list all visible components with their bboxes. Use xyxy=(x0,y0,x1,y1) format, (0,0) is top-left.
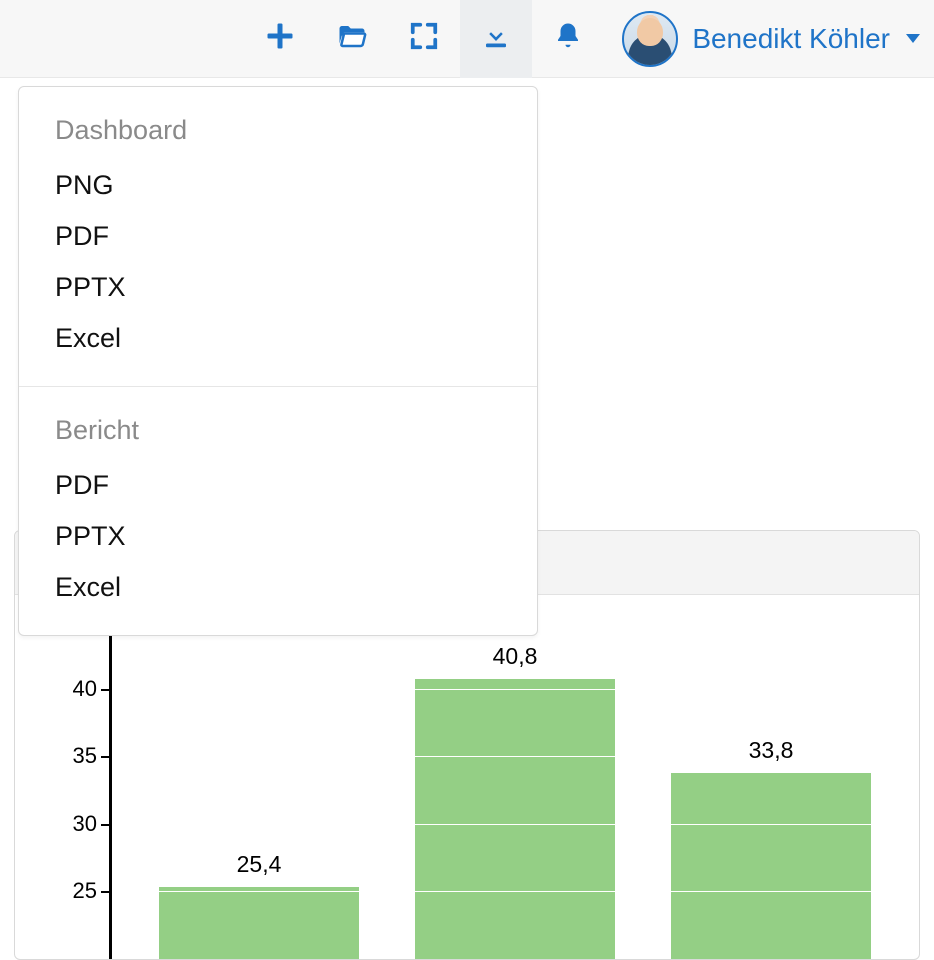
bar-value-label: 33,8 xyxy=(749,737,794,764)
bar: 33,8 xyxy=(671,772,871,959)
download-icon xyxy=(481,21,511,56)
bar: 25,4 xyxy=(159,886,359,959)
download-button[interactable] xyxy=(460,0,532,78)
folder-open-icon xyxy=(337,21,367,56)
fullscreen-button[interactable] xyxy=(388,0,460,78)
dropdown-item-png[interactable]: PNG xyxy=(19,160,537,211)
avatar xyxy=(622,11,678,67)
y-tick-mark xyxy=(101,891,111,893)
dropdown-item-pdf[interactable]: PDF xyxy=(19,211,537,262)
download-dropdown: Dashboard PNG PDF PPTX Excel Bericht PDF… xyxy=(18,86,538,636)
bar-value-label: 25,4 xyxy=(237,851,282,878)
y-tick-mark xyxy=(101,756,111,758)
dropdown-heading: Bericht xyxy=(19,403,537,460)
dropdown-item-pdf[interactable]: PDF xyxy=(19,460,537,511)
y-axis-line xyxy=(109,621,112,959)
bar-value-label: 40,8 xyxy=(493,643,538,670)
username-label: Benedikt Köhler xyxy=(692,23,890,55)
y-axis: 2530354045 xyxy=(51,621,109,959)
toolbar: Benedikt Köhler xyxy=(0,0,934,78)
y-tick-label: 40 xyxy=(73,676,97,702)
dropdown-item-pptx[interactable]: PPTX xyxy=(19,262,537,313)
dropdown-item-excel[interactable]: Excel xyxy=(19,562,537,613)
expand-icon xyxy=(409,21,439,56)
dropdown-section-bericht: Bericht PDF PPTX Excel xyxy=(19,386,537,635)
y-tick-mark xyxy=(101,689,111,691)
add-button[interactable] xyxy=(244,0,316,78)
chart-bars: 25,4 40,8 33,8 xyxy=(131,621,899,959)
y-tick-label: 25 xyxy=(73,878,97,904)
bar: 40,8 xyxy=(415,678,615,959)
dropdown-item-pptx[interactable]: PPTX xyxy=(19,511,537,562)
bell-icon xyxy=(553,21,583,56)
y-tick-label: 35 xyxy=(73,743,97,769)
open-button[interactable] xyxy=(316,0,388,78)
notifications-button[interactable] xyxy=(532,0,604,78)
dropdown-section-dashboard: Dashboard PNG PDF PPTX Excel xyxy=(19,87,537,386)
bar-chart: 2530354045 25,440,833,8 xyxy=(51,621,899,959)
y-tick-mark xyxy=(101,824,111,826)
dropdown-heading: Dashboard xyxy=(19,103,537,160)
dropdown-item-excel[interactable]: Excel xyxy=(19,313,537,364)
chevron-down-icon xyxy=(906,34,920,43)
user-menu[interactable]: Benedikt Köhler xyxy=(604,11,928,67)
y-tick-label: 30 xyxy=(73,811,97,837)
plus-icon xyxy=(265,21,295,56)
